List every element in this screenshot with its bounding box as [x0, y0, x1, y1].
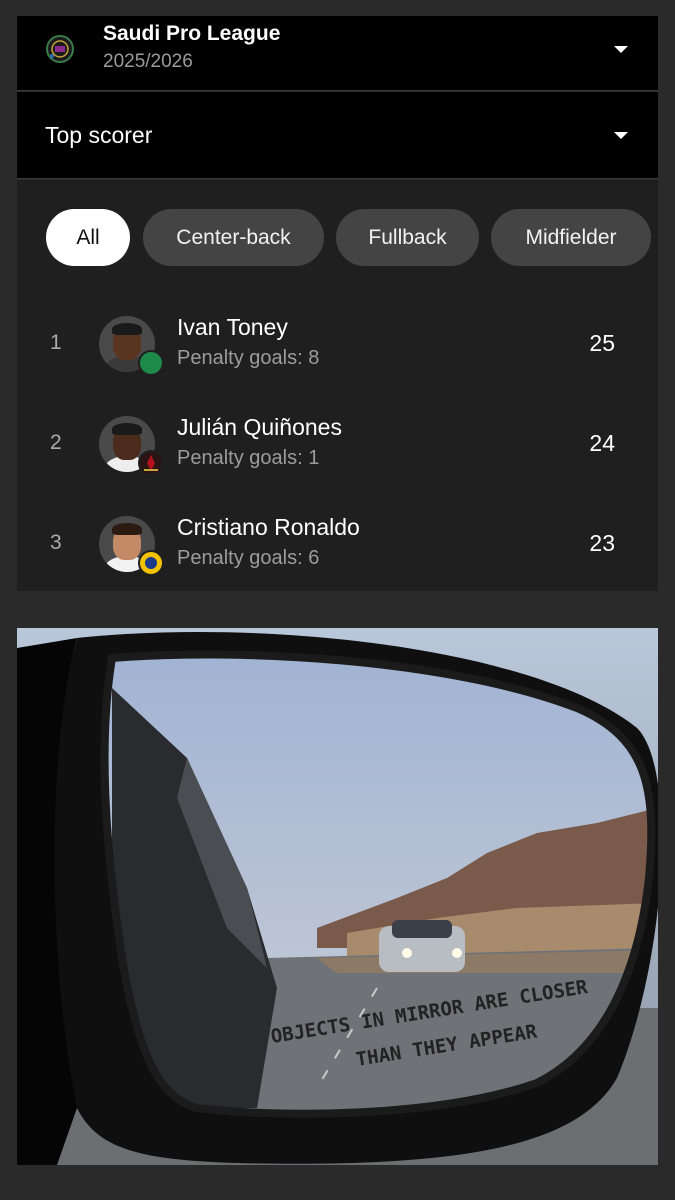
player-name: Cristiano Ronaldo	[177, 514, 360, 540]
filter-chip-center-back[interactable]: Center-back	[143, 209, 324, 266]
player-rank: 3	[50, 531, 62, 554]
player-rank: 2	[50, 431, 62, 454]
player-row[interactable]: 3 Cristiano Ronaldo Penalty goals: 6 23	[17, 500, 658, 591]
league-selector[interactable]: Saudi Pro League 2025/2026	[17, 16, 658, 91]
filter-chip-label: All	[76, 225, 100, 249]
player-name: Julián Quiñones	[177, 414, 342, 440]
chevron-down-icon	[614, 132, 628, 139]
filter-chip-label: Fullback	[368, 225, 447, 249]
player-rank: 1	[50, 331, 62, 354]
player-name: Ivan Toney	[177, 314, 288, 340]
player-goals: 24	[589, 430, 615, 456]
player-goals: 23	[589, 530, 615, 556]
player-penalty-goals: Penalty goals: 1	[177, 447, 320, 469]
club-badge-icon	[138, 350, 164, 376]
filter-chip-all[interactable]: All	[46, 209, 130, 266]
chevron-down-icon	[614, 46, 628, 53]
car-mirror-photo: OBJECTS IN MIRROR ARE CLOSER THAN THEY A…	[17, 628, 658, 1165]
player-penalty-goals: Penalty goals: 6	[177, 547, 320, 569]
club-badge-icon	[138, 450, 164, 476]
car-mirror-image: OBJECTS IN MIRROR ARE CLOSER THAN THEY A…	[17, 628, 658, 1165]
filter-chip-midfielder[interactable]: Midfielder	[491, 209, 651, 266]
stat-label: Top scorer	[45, 122, 153, 148]
filter-chip-label: Midfielder	[525, 225, 617, 249]
league-season: 2025/2026	[103, 51, 193, 72]
player-row[interactable]: 1 Ivan Toney Penalty goals: 8 25	[17, 300, 658, 400]
club-badge-icon	[138, 550, 164, 576]
player-row[interactable]: 2 Julián Quiñones Penalty goals: 1 24	[17, 400, 658, 500]
stat-selector[interactable]: Top scorer	[17, 92, 658, 179]
player-penalty-goals: Penalty goals: 8	[177, 347, 320, 369]
top-scorer-panel: All Center-back Fullback Midfielder 1 Iv…	[17, 180, 658, 591]
filter-chip-fullback[interactable]: Fullback	[336, 209, 479, 266]
league-name: Saudi Pro League	[103, 22, 281, 45]
filter-chip-label: Center-back	[176, 225, 291, 249]
league-logo-icon	[46, 35, 74, 63]
player-goals: 25	[589, 330, 615, 356]
